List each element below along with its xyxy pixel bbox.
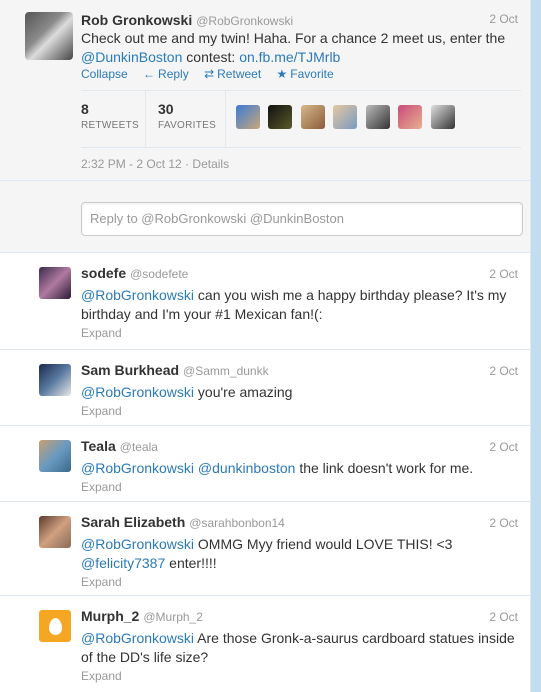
tweet-header: Rob Gronkowski @RobGronkowski xyxy=(81,12,293,30)
reply-text-part: OMMG Myy friend would LOVE THIS! <3 xyxy=(194,536,453,552)
tweet-text-part: Check out me and my twin! Haha. For a ch… xyxy=(81,30,506,46)
tweet-timestamp[interactable]: 2:32 PM - 2 Oct 12 xyxy=(81,157,182,171)
default-egg-avatar[interactable] xyxy=(39,610,71,642)
favorite-button[interactable]: ★ Favorite xyxy=(277,67,334,81)
favorites-count: 30 xyxy=(158,101,174,117)
avatar[interactable] xyxy=(39,516,71,548)
tweet-stats: 8 RETWEETS 30 FAVORITES xyxy=(81,90,521,148)
tweet-text-part: contest: xyxy=(182,49,240,65)
mention-link[interactable]: @RobGronkowski xyxy=(81,384,194,400)
reply-item[interactable]: Sarah Elizabeth @sarahbonbon14 @RobGronko… xyxy=(0,502,530,596)
expand-link[interactable]: Expand xyxy=(81,669,521,683)
favorites-stat[interactable]: 30 FAVORITES xyxy=(158,101,216,131)
avatar[interactable] xyxy=(430,105,455,129)
retweet-label: Retweet xyxy=(217,67,262,81)
tweet-date[interactable]: 2 Oct xyxy=(489,12,518,26)
retweets-stat[interactable]: 8 RETWEETS xyxy=(81,101,139,131)
reply-item[interactable]: Teala @teala @RobGronkowski @dunkinboston… xyxy=(0,426,530,502)
reply-text: @RobGronkowski can you wish me a happy b… xyxy=(81,286,521,324)
retweet-icon: ⇄ xyxy=(204,67,215,81)
reply-body: Murph_2 @Murph_2 @RobGronkowski Are those… xyxy=(81,608,521,683)
reply-label: Reply xyxy=(158,67,189,81)
reply-body: Sam Burkhead @Samm_dunkk @RobGronkowski y… xyxy=(81,362,521,418)
reply-text: @RobGronkowski OMMG Myy friend would LOV… xyxy=(81,535,521,573)
reply-text-part: you're amazing xyxy=(194,384,293,400)
author-handle[interactable]: @RobGronkowski xyxy=(196,14,293,28)
collapse-button[interactable]: Collapse xyxy=(81,67,128,81)
tweet-meta: 2:32 PM - 2 Oct 12 · Details xyxy=(81,157,229,171)
reply-text: @RobGronkowski you're amazing xyxy=(81,383,521,402)
author-name[interactable]: Teala xyxy=(81,438,116,454)
mention-link[interactable]: @felicity7387 xyxy=(81,555,165,571)
url-link[interactable]: on.fb.me/TJMrlb xyxy=(239,49,340,65)
favorites-label: FAVORITES xyxy=(158,120,217,131)
retweet-button[interactable]: ⇄ Retweet xyxy=(204,67,261,81)
avatar[interactable] xyxy=(333,105,358,129)
mention-link[interactable]: @RobGronkowski xyxy=(81,536,194,552)
expand-link[interactable]: Expand xyxy=(81,575,521,589)
reply-date[interactable]: 2 Oct xyxy=(489,364,518,378)
expand-link[interactable]: Expand xyxy=(81,480,521,494)
reply-box-area: Reply to @RobGronkowski @DunkinBoston xyxy=(0,181,530,253)
avatar[interactable] xyxy=(398,105,423,129)
author-handle[interactable]: @Murph_2 xyxy=(143,610,203,624)
author-handle[interactable]: @teala xyxy=(120,440,158,454)
reply-text-part: enter!!!! xyxy=(165,555,217,571)
reply-item[interactable]: Murph_2 @Murph_2 @RobGronkowski Are those… xyxy=(0,596,530,686)
egg-icon xyxy=(48,617,62,635)
mention-link[interactable]: @RobGronkowski xyxy=(81,460,194,476)
divider xyxy=(145,91,146,147)
avatar[interactable] xyxy=(25,12,73,60)
expand-link[interactable]: Expand xyxy=(81,326,521,340)
reply-item[interactable]: sodefe @sodefete @RobGronkowski can you w… xyxy=(0,253,530,350)
retweets-label: RETWEETS xyxy=(81,120,139,131)
reply-body: Teala @teala @RobGronkowski @dunkinboston… xyxy=(81,438,521,494)
avatar[interactable] xyxy=(268,105,293,129)
reply-text-part: the link doesn't work for me. xyxy=(295,460,474,476)
mention-link[interactable]: @DunkinBoston xyxy=(81,49,182,65)
avatar[interactable] xyxy=(39,364,71,396)
reply-body: Sarah Elizabeth @sarahbonbon14 @RobGronko… xyxy=(81,514,521,589)
main-tweet: Rob Gronkowski @RobGronkowski 2 Oct Check… xyxy=(0,0,530,181)
reply-date[interactable]: 2 Oct xyxy=(489,440,518,454)
details-link[interactable]: Details xyxy=(192,157,229,171)
avatar[interactable] xyxy=(365,105,390,129)
avatar[interactable] xyxy=(39,440,71,472)
divider xyxy=(225,91,226,147)
author-handle[interactable]: @Samm_dunkk xyxy=(183,364,269,378)
author-handle[interactable]: @sodefete xyxy=(130,267,188,281)
reply-body: sodefe @sodefete @RobGronkowski can you w… xyxy=(81,265,521,340)
reply-text: @RobGronkowski Are those Gronk-a-saurus … xyxy=(81,629,521,667)
reply-item[interactable]: Sam Burkhead @Samm_dunkk @RobGronkowski y… xyxy=(0,350,530,426)
mention-link[interactable]: @RobGronkowski xyxy=(81,287,194,303)
favorite-label: Favorite xyxy=(290,67,334,81)
reply-date[interactable]: 2 Oct xyxy=(489,610,518,624)
tweet-actions: Collapse ← Reply ⇄ Retweet ★ Favorite xyxy=(81,67,346,81)
avatar[interactable] xyxy=(39,267,71,299)
favoriter-avatars xyxy=(236,105,459,134)
reply-text: @RobGronkowski @dunkinboston the link do… xyxy=(81,459,521,478)
reply-input[interactable]: Reply to @RobGronkowski @DunkinBoston xyxy=(81,202,523,236)
mention-link[interactable]: @RobGronkowski xyxy=(81,630,194,646)
avatar[interactable] xyxy=(236,105,260,129)
author-name[interactable]: sodefe xyxy=(81,265,126,281)
expand-link[interactable]: Expand xyxy=(81,404,521,418)
mention-link[interactable]: @dunkinboston xyxy=(198,460,296,476)
author-name[interactable]: Sam Burkhead xyxy=(81,362,179,378)
author-handle[interactable]: @sarahbonbon14 xyxy=(189,516,285,530)
reply-icon: ← xyxy=(143,67,156,81)
avatar[interactable] xyxy=(300,105,325,129)
star-icon: ★ xyxy=(276,67,288,81)
tweet-text: Check out me and my twin! Haha. For a ch… xyxy=(81,29,526,67)
reply-button[interactable]: ← Reply xyxy=(143,67,189,81)
author-name[interactable]: Murph_2 xyxy=(81,608,139,624)
author-name[interactable]: Rob Gronkowski xyxy=(81,12,192,28)
author-name[interactable]: Sarah Elizabeth xyxy=(81,514,185,530)
retweets-count: 8 xyxy=(81,101,89,117)
reply-date[interactable]: 2 Oct xyxy=(489,267,518,281)
reply-date[interactable]: 2 Oct xyxy=(489,516,518,530)
tweet-detail-panel: Rob Gronkowski @RobGronkowski 2 Oct Check… xyxy=(0,0,531,692)
